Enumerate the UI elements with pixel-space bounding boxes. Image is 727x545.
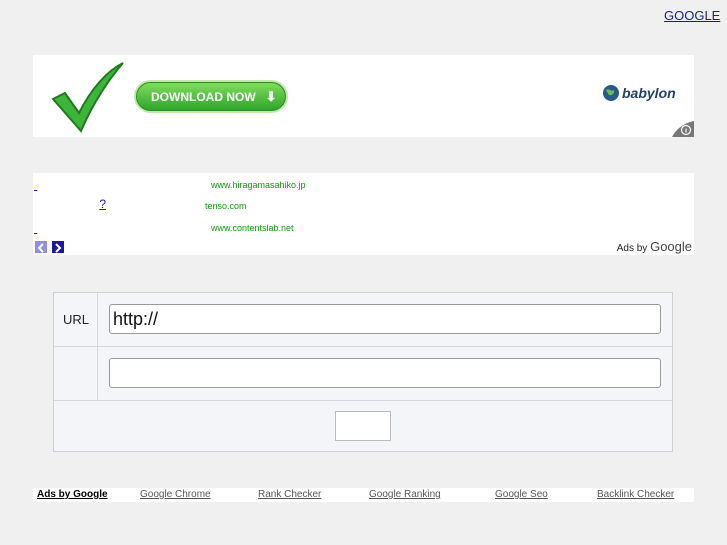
url-label: URL — [63, 312, 90, 327]
link-google-seo[interactable]: Google Seo — [495, 489, 548, 500]
url-input[interactable] — [109, 304, 661, 334]
ad-title-1[interactable] — [34, 178, 111, 192]
info-icon[interactable] — [672, 121, 694, 137]
link-rank-checker[interactable]: Rank Checker — [258, 489, 321, 500]
chevron-right-icon — [55, 243, 62, 253]
link-google-chrome[interactable]: Google Chrome — [140, 489, 211, 500]
babylon-text: babylon — [622, 85, 676, 101]
submit-button[interactable] — [335, 411, 391, 441]
ad-banner[interactable]: DOWNLOAD NOW ⬇ babylon — [33, 55, 694, 137]
link-backlink-checker[interactable]: Backlink Checker — [597, 489, 674, 500]
ad-title-3[interactable] — [34, 221, 111, 235]
ad-url-1[interactable]: www.hiragamasahiko.jp — [211, 180, 306, 190]
url-row: URL — [54, 293, 672, 347]
ads-prev-button[interactable] — [35, 241, 47, 253]
url-label-cell: URL — [54, 293, 98, 346]
checkmark-icon — [51, 62, 124, 133]
chevron-left-icon — [37, 243, 44, 253]
link-google-ranking[interactable]: Google Ranking — [369, 489, 441, 500]
download-arrow-icon: ⬇ — [265, 88, 277, 104]
second-label-cell — [54, 347, 98, 400]
ads-by-brand: Google — [650, 239, 692, 254]
second-row — [54, 347, 672, 401]
ad-title-2[interactable]: ? — [34, 197, 106, 211]
bottom-ad-links: Ads by Google Google Chrome Rank Checker… — [33, 488, 694, 502]
url-form: URL — [53, 292, 673, 452]
second-input[interactable] — [109, 358, 661, 388]
ads-by-prefix: Ads by — [616, 243, 648, 254]
text-ads-box: www.hiragamasahiko.jp ? tenso.com www.co… — [33, 173, 694, 255]
google-link[interactable]: GOOGLE — [664, 8, 720, 23]
ads-by-google-label[interactable]: Ads by Google — [37, 489, 108, 500]
download-now-button[interactable]: DOWNLOAD NOW ⬇ — [136, 82, 286, 111]
submit-row — [54, 401, 672, 451]
ad-url-3[interactable]: www.contentslab.net — [211, 223, 294, 233]
globe-icon — [603, 85, 619, 101]
ads-next-button[interactable] — [52, 241, 64, 253]
ads-by-google[interactable]: Ads by Google — [617, 239, 692, 254]
download-label: DOWNLOAD NOW — [151, 89, 256, 104]
babylon-logo: babylon — [602, 84, 676, 102]
ad-url-2[interactable]: tenso.com — [205, 201, 247, 211]
